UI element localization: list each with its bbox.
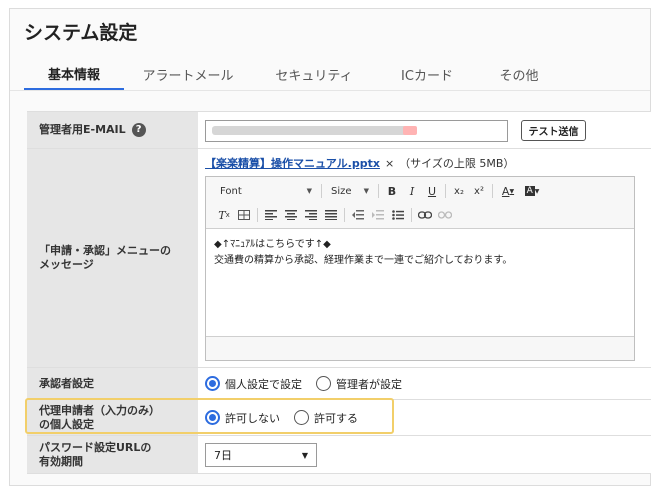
validity-period-select[interactable]: 7日 ▼ [205,443,317,467]
unlink-icon[interactable] [435,206,455,224]
row-proxy-applicant: 代理申請者（入力のみ） の個人設定 許可しない 許可する [27,400,651,436]
tab-security[interactable]: セキュリティ [252,58,376,90]
editor-content[interactable]: ◆↑ﾏﾆｭｱﾙはこちらです↑◆ 交通費の精算から承認、経理作業まで一連でご紹介し… [206,229,634,333]
font-select-label: Font [220,185,242,197]
font-select[interactable]: Font ▼ [214,182,318,200]
radio-checked-icon [205,410,220,425]
radio-label: 個人設定で設定 [225,377,302,391]
bg-color-icon: A [524,186,535,196]
toolbar-separator [344,208,345,222]
link-icon[interactable] [415,206,435,224]
bg-color-button[interactable]: A ▼ [520,182,544,200]
label-proxy-line2: の個人設定 [39,417,94,431]
row-approver: 承認者設定 個人設定で設定 管理者が設定 [27,368,651,400]
tab-other[interactable]: その他 [478,58,560,90]
attachment-size-note: （サイズの上限 5MB） [399,157,515,170]
value-proxy-applicant: 許可しない 許可する [198,400,651,435]
toolbar-separator [492,184,493,198]
label-admin-email-text: 管理者用E-MAIL [39,123,126,136]
remove-attachment-icon[interactable]: × [385,157,394,170]
radio-admin-setting[interactable]: 管理者が設定 [316,376,402,392]
text-color-button[interactable]: A ▼ [496,182,520,200]
tab-basic-info[interactable]: 基本情報 [24,58,124,90]
clear-format-icon[interactable]: Tx [214,206,234,224]
italic-button[interactable]: I [402,182,422,200]
table-icon[interactable] [234,206,254,224]
toolbar-row-2: Tx [214,205,455,225]
select-value: 7日 [214,449,232,462]
attachment: 【楽楽精算】操作マニュアル.pptx × （サイズの上限 5MB） [205,155,514,171]
chevron-down-icon: ▼ [534,187,540,195]
attachment-link[interactable]: 【楽楽精算】操作マニュアル.pptx [205,157,380,170]
label-proxy-line1: 代理申請者（入力のみ） [39,403,160,417]
toolbar-separator [445,184,446,198]
redacted-email-end [403,126,417,135]
radio-not-allow[interactable]: 許可しない [205,410,280,426]
bulleted-list-icon[interactable] [388,206,408,224]
label-admin-email: 管理者用E-MAIL ? [27,112,198,148]
chevron-down-icon: ▼ [509,187,515,195]
align-justify-icon[interactable] [321,206,341,224]
label-message-line1: 「申請・承認」メニューの [39,244,171,257]
tab-bar: 基本情報 アラートメール セキュリティ ICカード その他 [24,58,562,90]
chevron-down-icon: ▼ [301,450,308,460]
size-select-label: Size [331,185,352,197]
toolbar-row-1: Font ▼ Size ▼ B I U x₂ x² A ▼ A ▼ [214,181,544,201]
label-password-line2: 有効期間 [39,454,83,468]
bold-button[interactable]: B [382,182,402,200]
align-right-icon[interactable] [301,206,321,224]
radio-unchecked-icon [294,410,309,425]
row-message: 「申請・承認」メニューの メッセージ 【楽楽精算】操作マニュアル.pptx × （サ… [27,149,651,368]
underline-button[interactable]: U [422,182,442,200]
tab-divider [10,90,650,91]
radio-allow[interactable]: 許可する [294,410,358,426]
test-send-button[interactable]: テスト送信 [521,120,586,141]
settings-form: 管理者用E-MAIL ? テスト送信 「申請・承認」メニューの メッセージ 【楽… [27,111,651,474]
redacted-email [212,126,417,135]
editor-footer [206,336,634,360]
chevron-down-icon: ▼ [306,187,312,195]
value-message: 【楽楽精算】操作マニュアル.pptx × （サイズの上限 5MB） Font ▼ S… [198,149,651,367]
radio-personal-setting[interactable]: 個人設定で設定 [205,376,302,392]
label-approver: 承認者設定 [27,368,198,399]
subscript-button[interactable]: x₂ [449,182,469,200]
superscript-button[interactable]: x² [469,182,489,200]
page-title: システム設定 [24,22,138,44]
radio-label: 管理者が設定 [336,377,402,391]
tab-ic-card[interactable]: ICカード [378,58,476,90]
row-admin-email: 管理者用E-MAIL ? テスト送信 [27,112,651,149]
indent-icon[interactable] [368,206,388,224]
help-icon[interactable]: ? [131,123,146,137]
editor-line: ◆↑ﾏﾆｭｱﾙはこちらです↑◆ [214,239,331,250]
toolbar-separator [411,208,412,222]
proxy-radio-group: 許可しない 許可する [205,400,372,435]
editor-toolbar: Font ▼ Size ▼ B I U x₂ x² A ▼ A ▼ T x [206,177,634,229]
size-select[interactable]: Size ▼ [325,182,375,200]
tab-alert-mail[interactable]: アラートメール [126,58,250,90]
row-password-url: パスワード設定URLの 有効期間 7日 ▼ [27,436,651,474]
radio-checked-icon [205,376,220,391]
value-password-url: 7日 ▼ [198,436,651,473]
toolbar-separator [321,184,322,198]
align-center-icon[interactable] [281,206,301,224]
align-left-icon[interactable] [261,206,281,224]
value-admin-email: テスト送信 [198,112,651,148]
value-approver: 個人設定で設定 管理者が設定 [198,368,651,399]
approver-radio-group: 個人設定で設定 管理者が設定 [205,368,416,399]
chevron-down-icon: ▼ [363,187,369,195]
radio-label: 許可しない [225,411,280,425]
outdent-icon[interactable] [348,206,368,224]
label-message: 「申請・承認」メニューの メッセージ [27,149,198,367]
toolbar-separator [378,184,379,198]
label-password-url: パスワード設定URLの 有効期間 [27,436,198,473]
radio-label: 許可する [314,411,358,425]
label-proxy-applicant: 代理申請者（入力のみ） の個人設定 [27,400,198,435]
text-color-icon: A [501,184,510,198]
label-message-line2: メッセージ [39,258,94,271]
label-password-line1: パスワード設定URLの [39,440,152,454]
radio-unchecked-icon [316,376,331,391]
rich-text-editor: Font ▼ Size ▼ B I U x₂ x² A ▼ A ▼ T x ◆↑… [205,176,635,361]
toolbar-separator [257,208,258,222]
editor-line: 交通費の精算から承認、経理作業まで一連でご紹介しております。 [214,255,513,266]
